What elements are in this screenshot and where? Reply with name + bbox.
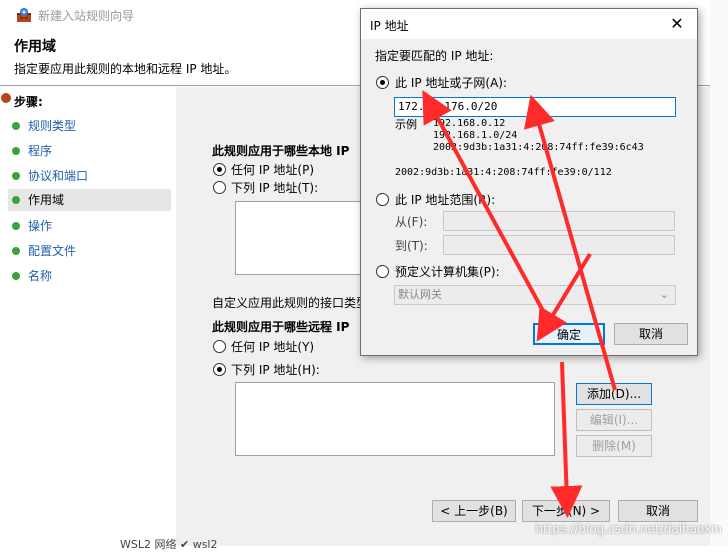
range-label: 此 IP 地址范围(R): (395, 193, 496, 207)
step-dot-icon (12, 247, 20, 255)
step-protocol-port[interactable]: 协议和端口 (8, 165, 171, 187)
chevron-down-icon: ⌄ (659, 288, 669, 301)
firewall-icon (16, 7, 32, 23)
add-ip-button[interactable]: 添加(D)... (576, 383, 652, 405)
step-dot-icon (12, 172, 20, 180)
remote-ip-heading: 此规则应用于哪些远程 IP (212, 320, 350, 334)
close-icon[interactable]: ✕ (657, 9, 697, 39)
page-description: 指定要应用此规则的本地和远程 IP 地址。 (14, 62, 237, 76)
from-label: 从(F): (395, 215, 428, 229)
step-profile[interactable]: 配置文件 (8, 240, 171, 262)
example-label: 示例 (395, 118, 417, 131)
step-dot-icon (12, 122, 20, 130)
local-ip-heading: 此规则应用于哪些本地 IP (212, 144, 350, 158)
local-list-label: 下列 IP 地址(T): (231, 181, 319, 195)
background-taskbar-text: WSL2 网络 ✔ wsl2 (120, 538, 218, 551)
step-dot-icon (12, 272, 20, 280)
local-any-radio[interactable] (213, 163, 226, 176)
steps-title: 步骤: (14, 95, 43, 109)
next-button[interactable]: 下一步(N) > (522, 500, 610, 522)
wizard-title: 新建入站规则向导 (38, 9, 135, 23)
step-rule-type[interactable]: 规则类型 (8, 115, 171, 137)
delete-ip-button[interactable]: 删除(M) (576, 435, 652, 457)
steps-panel: 步骤: 规则类型 程序 协议和端口 作用域 操作 配置文件 名称 (0, 87, 175, 546)
local-list-radio[interactable] (213, 181, 226, 194)
dialog-titlebar: IP 地址 ✕ (361, 9, 697, 39)
steps-icon (0, 91, 12, 105)
subnet-label: 此 IP 地址或子网(A): (395, 76, 508, 90)
ip-address-dialog: IP 地址 ✕ 指定要匹配的 IP 地址: 此 IP 地址或子网(A): 172… (360, 8, 698, 356)
edit-ip-button[interactable]: 编辑(I)... (576, 409, 652, 431)
predefined-label: 预定义计算机集(P): (395, 265, 500, 279)
remote-any-radio[interactable] (213, 340, 226, 353)
ip-subnet-input[interactable]: 172.25.176.0/20 (394, 97, 676, 117)
wizard-cancel-button[interactable]: 取消 (618, 500, 698, 522)
dialog-title: IP 地址 (370, 19, 409, 33)
predefined-radio[interactable] (376, 265, 389, 278)
page-title: 作用域 (14, 39, 56, 55)
step-dot-icon (12, 196, 20, 204)
subnet-radio[interactable] (376, 76, 389, 89)
step-name[interactable]: 名称 (8, 265, 171, 287)
dialog-prompt: 指定要匹配的 IP 地址: (375, 49, 494, 63)
step-dot-icon (12, 222, 20, 230)
remote-list-label: 下列 IP 地址(H): (231, 363, 320, 377)
to-label: 到(T): (395, 239, 428, 253)
back-button[interactable]: < 上一步(B) (432, 500, 516, 522)
local-any-label: 任何 IP 地址(P) (231, 163, 315, 177)
step-dot-icon (12, 147, 20, 155)
ok-button[interactable]: 确定 (533, 323, 605, 345)
example-ipv6-subnet: 2002:9d3b:1a31:4:208:74ff:fe39:0/112 (395, 167, 612, 178)
range-radio[interactable] (376, 193, 389, 206)
dialog-cancel-button[interactable]: 取消 (614, 323, 688, 345)
range-from-input[interactable] (443, 211, 675, 231)
example-addresses: 192.168.0.12 192.168.1.0/24 2002:9d3b:1a… (433, 118, 644, 153)
step-action[interactable]: 操作 (8, 215, 171, 237)
predefined-select[interactable]: 默认网关 ⌄ (394, 285, 676, 305)
range-to-input[interactable] (443, 235, 675, 255)
remote-any-label: 任何 IP 地址(Y) (231, 340, 315, 354)
watermark: https://blog.csdn.net/daihaoxin (535, 522, 722, 536)
remote-ip-list[interactable] (235, 382, 555, 456)
background-window-edge (710, 0, 728, 546)
step-program[interactable]: 程序 (8, 140, 171, 162)
remote-list-radio[interactable] (213, 363, 226, 376)
interface-type-text: 自定义应用此规则的接口类型 (212, 296, 369, 310)
step-scope[interactable]: 作用域 (8, 189, 171, 211)
